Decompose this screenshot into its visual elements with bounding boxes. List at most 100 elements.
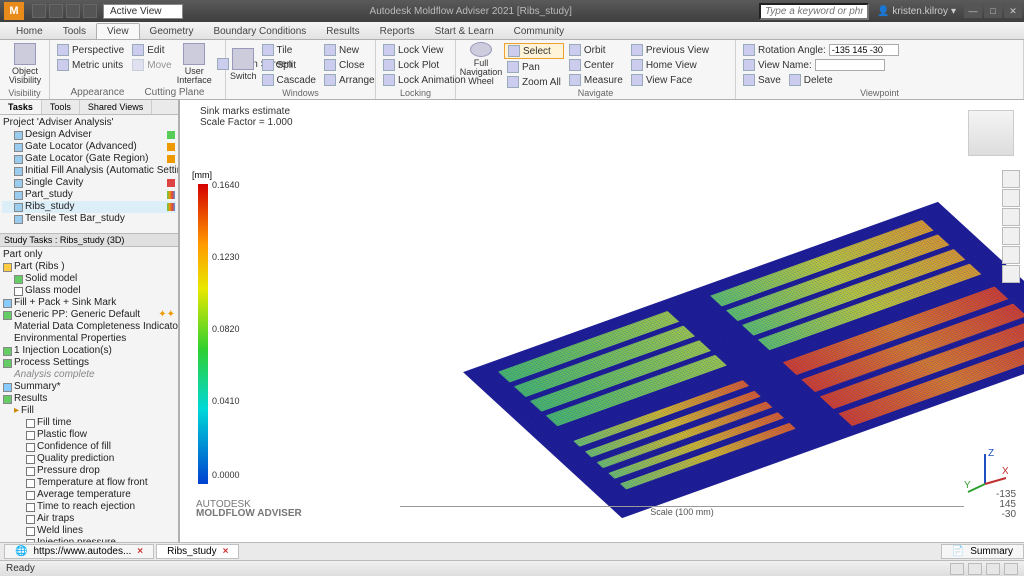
tree-item[interactable]: Temperature at flow front bbox=[2, 477, 176, 489]
tab-close-icon[interactable]: × bbox=[137, 546, 143, 557]
qat-undo-icon[interactable] bbox=[66, 4, 80, 18]
tree-item[interactable]: Environmental Properties bbox=[2, 333, 176, 345]
object-visibility-button[interactable]: Object Visibility bbox=[4, 42, 46, 86]
tab-reports[interactable]: Reports bbox=[370, 24, 425, 39]
view-face-button[interactable]: View Face bbox=[628, 73, 712, 87]
close-button[interactable]: ✕ bbox=[1004, 4, 1022, 18]
tree-item[interactable]: Part only bbox=[2, 249, 176, 261]
status-btn-icon[interactable] bbox=[950, 563, 964, 575]
perspective-toggle[interactable]: Perspective bbox=[54, 43, 127, 57]
tree-item[interactable]: Glass model bbox=[2, 285, 176, 297]
qat-open-icon[interactable] bbox=[32, 4, 46, 18]
tab-community[interactable]: Community bbox=[504, 24, 575, 39]
checkbox[interactable] bbox=[26, 467, 35, 476]
vt-zoom-icon[interactable] bbox=[1002, 227, 1020, 245]
tree-item[interactable]: Plastic flow bbox=[2, 429, 176, 441]
vt-pan-icon[interactable] bbox=[1002, 208, 1020, 226]
tree-item[interactable]: Process Settings bbox=[2, 357, 176, 369]
maximize-button[interactable]: □ bbox=[984, 4, 1002, 18]
minimize-button[interactable]: — bbox=[964, 4, 982, 18]
view-name-input[interactable] bbox=[815, 59, 885, 71]
status-btn-icon[interactable] bbox=[986, 563, 1000, 575]
delete-view-button[interactable]: Delete bbox=[786, 73, 836, 87]
panel-tab-tasks[interactable]: Tasks bbox=[0, 100, 42, 114]
edit-button[interactable]: Edit bbox=[129, 43, 174, 57]
rotation-angle-input[interactable] bbox=[829, 44, 899, 56]
search-input[interactable] bbox=[759, 3, 869, 20]
viewport-3d[interactable]: Sink marks estimate Scale Factor = 1.000… bbox=[180, 100, 1024, 542]
tree-item[interactable]: Fill + Pack + Sink Mark bbox=[2, 297, 176, 309]
units-dropdown[interactable]: Metric units bbox=[54, 58, 127, 72]
user-interface-button[interactable]: User Interface bbox=[177, 42, 212, 86]
close-window-button[interactable]: Close bbox=[321, 58, 378, 72]
checkbox[interactable] bbox=[26, 479, 35, 488]
tab-boundary[interactable]: Boundary Conditions bbox=[203, 24, 316, 39]
checkbox[interactable] bbox=[26, 455, 35, 464]
vt-orbit-icon[interactable] bbox=[1002, 189, 1020, 207]
project-item[interactable]: Ribs_study bbox=[2, 201, 176, 213]
zoom-all-button[interactable]: Zoom All bbox=[504, 75, 564, 89]
panel-tab-shared-views[interactable]: Shared Views bbox=[80, 100, 152, 114]
tab-home[interactable]: Home bbox=[6, 24, 53, 39]
tree-item[interactable]: Results bbox=[2, 393, 176, 405]
lock-plot-button[interactable]: Lock Plot bbox=[380, 58, 451, 72]
checkbox[interactable] bbox=[26, 443, 35, 452]
select-button[interactable]: Select bbox=[504, 43, 564, 59]
tree-item[interactable]: Confidence of fill bbox=[2, 441, 176, 453]
project-item[interactable]: Initial Fill Analysis (Automatic Setting… bbox=[2, 165, 176, 177]
new-window-button[interactable]: New bbox=[321, 43, 378, 57]
project-item[interactable]: Part_study bbox=[2, 189, 176, 201]
cascade-button[interactable]: Cascade bbox=[259, 73, 319, 87]
status-btn-icon[interactable] bbox=[968, 563, 982, 575]
summary-tab[interactable]: 📄Summary bbox=[941, 544, 1024, 559]
tree-item[interactable]: Time to reach ejection bbox=[2, 501, 176, 513]
vt-face-icon[interactable] bbox=[1002, 265, 1020, 283]
measure-button[interactable]: Measure bbox=[566, 73, 626, 87]
tree-item[interactable]: Air traps bbox=[2, 513, 176, 525]
tree-item[interactable]: Pressure drop bbox=[2, 465, 176, 477]
checkbox[interactable] bbox=[14, 287, 23, 296]
checkbox[interactable] bbox=[26, 491, 35, 500]
tree-item[interactable]: ▸Fill bbox=[2, 405, 176, 417]
project-root[interactable]: Project 'Adviser Analysis' bbox=[2, 117, 176, 129]
checkbox[interactable] bbox=[26, 431, 35, 440]
workspace-dropdown[interactable]: Active View bbox=[103, 4, 183, 19]
center-button[interactable]: Center bbox=[566, 58, 626, 72]
qat-redo-icon[interactable] bbox=[83, 4, 97, 18]
tree-item[interactable]: Generic PP: Generic Default✦✦ bbox=[2, 309, 176, 321]
tab-view[interactable]: View bbox=[96, 23, 140, 39]
user-menu[interactable]: 👤kristen.kilroy▾ bbox=[877, 6, 956, 17]
project-item[interactable]: Gate Locator (Advanced) bbox=[2, 141, 176, 153]
tree-item[interactable]: 1 Injection Location(s) bbox=[2, 345, 176, 357]
project-item[interactable]: Gate Locator (Gate Region) bbox=[2, 153, 176, 165]
checkbox[interactable] bbox=[26, 527, 35, 536]
tab-close-icon[interactable]: × bbox=[223, 546, 229, 557]
tree-item[interactable]: Average temperature bbox=[2, 489, 176, 501]
project-item[interactable]: Design Adviser bbox=[2, 129, 176, 141]
tree-item[interactable]: Quality prediction bbox=[2, 453, 176, 465]
project-item[interactable]: Tensile Test Bar_study bbox=[2, 213, 176, 225]
tab-geometry[interactable]: Geometry bbox=[140, 24, 204, 39]
tree-item[interactable]: Fill time bbox=[2, 417, 176, 429]
tree-item[interactable]: Material Data Completeness Indicators bbox=[2, 321, 176, 333]
lock-view-button[interactable]: Lock View bbox=[380, 43, 451, 57]
switch-window-button[interactable]: Switch bbox=[230, 42, 257, 86]
tab-tools[interactable]: Tools bbox=[53, 24, 96, 39]
vt-home-icon[interactable] bbox=[1002, 170, 1020, 188]
arrange-button[interactable]: Arrange bbox=[321, 73, 378, 87]
checkbox[interactable] bbox=[26, 419, 35, 428]
lock-animation-button[interactable]: Lock Animation bbox=[380, 73, 451, 87]
tab-start-learn[interactable]: Start & Learn bbox=[425, 24, 504, 39]
tree-item[interactable]: Weld lines bbox=[2, 525, 176, 537]
save-view-button[interactable]: Save bbox=[740, 73, 784, 87]
qat-save-icon[interactable] bbox=[49, 4, 63, 18]
panel-tab-tools[interactable]: Tools bbox=[42, 100, 80, 114]
full-nav-wheel-button[interactable]: Full Navigation Wheel bbox=[460, 42, 502, 86]
checkbox[interactable] bbox=[26, 503, 35, 512]
vt-fit-icon[interactable] bbox=[1002, 246, 1020, 264]
tree-item[interactable]: Summary* bbox=[2, 381, 176, 393]
doc-tab-active[interactable]: Ribs_study× bbox=[156, 544, 239, 559]
project-item[interactable]: Single Cavity bbox=[2, 177, 176, 189]
tree-item[interactable]: Solid model bbox=[2, 273, 176, 285]
tile-button[interactable]: Tile bbox=[259, 43, 319, 57]
